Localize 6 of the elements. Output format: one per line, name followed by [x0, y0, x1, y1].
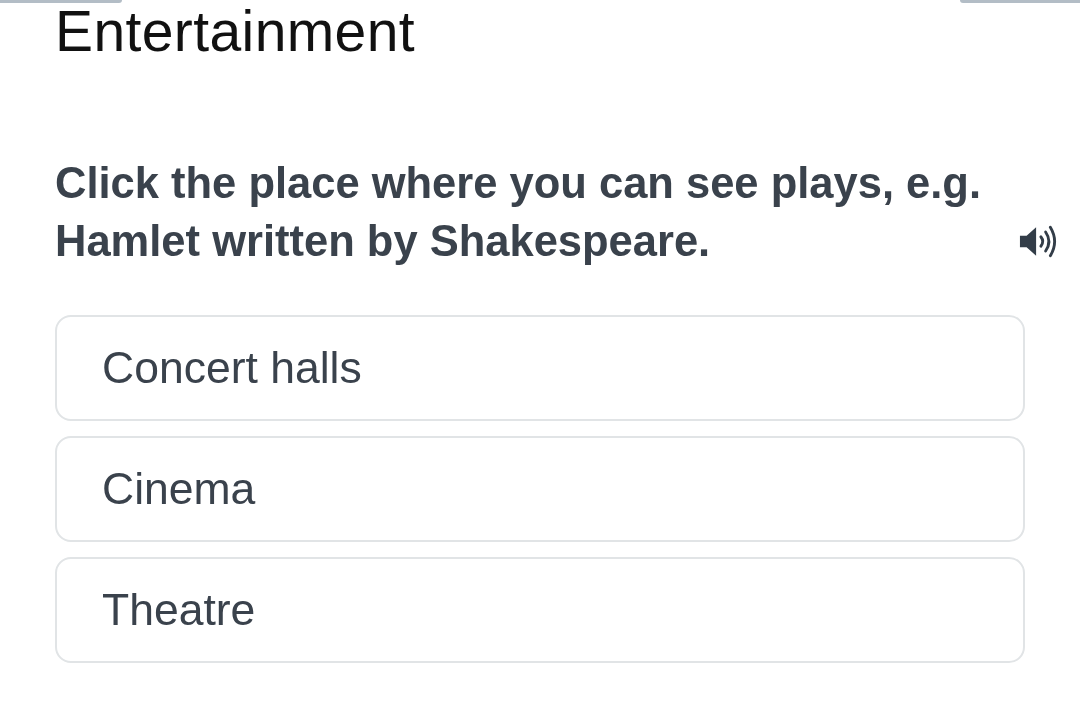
answer-option[interactable]: Cinema: [55, 436, 1025, 542]
speaker-icon[interactable]: [1019, 225, 1057, 258]
answer-option[interactable]: Concert halls: [55, 315, 1025, 421]
question-text: Click the place where you can see plays, e.g. Hamlet written by Shakespeare.: [55, 158, 982, 267]
page-title: Entertainment: [55, 3, 416, 59]
answer-option[interactable]: Theatre: [55, 557, 1025, 663]
